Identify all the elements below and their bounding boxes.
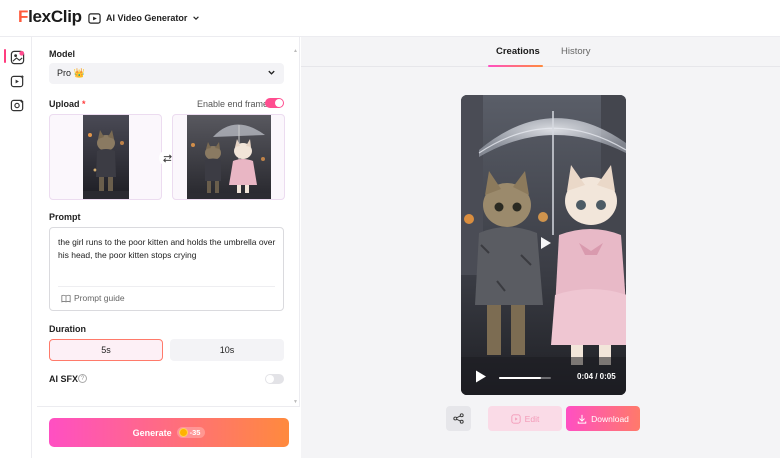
progress-fill (499, 377, 541, 379)
left-rail (0, 37, 32, 458)
main-tabs: Creations History (301, 37, 780, 67)
end-frame-toggle[interactable] (265, 98, 284, 108)
download-button[interactable]: Download (566, 406, 640, 431)
model-select[interactable]: Pro 👑 (49, 63, 284, 84)
toggle-knob (275, 99, 283, 107)
logo-f: F (18, 7, 29, 26)
edit-button[interactable]: Edit (488, 406, 562, 431)
play-button-icon[interactable] (475, 370, 487, 383)
text-to-video-icon[interactable] (9, 73, 25, 89)
share-icon (453, 413, 464, 424)
logo-clip: Clip (50, 7, 82, 26)
video-player[interactable]: 0:04 / 0:05 (461, 95, 626, 395)
duration-option-5s[interactable]: 5s (49, 339, 163, 361)
end-frame-upload[interactable] (172, 114, 285, 200)
generate-footer: Generate -35 (37, 406, 300, 458)
download-label: Download (591, 413, 629, 424)
edit-video-icon (511, 413, 521, 424)
top-bar: FlexClip AI Video Generator (0, 0, 780, 37)
tool-switcher[interactable]: AI Video Generator (88, 10, 200, 26)
book-icon (61, 294, 71, 302)
scroll-up-arrow[interactable]: ▲ (293, 48, 298, 54)
end-frame-label: Enable end frame (197, 99, 269, 109)
share-button[interactable] (446, 406, 471, 431)
active-tab-underline (488, 65, 543, 67)
coin-icon (178, 428, 188, 437)
upload-label: Upload * (49, 99, 86, 109)
prompt-guide-link[interactable]: Prompt guide (61, 293, 125, 303)
model-label: Model (49, 49, 75, 59)
generate-label: Generate (132, 427, 172, 438)
main-area: Creations History 0:04 / 0:05 Edit Downl… (301, 37, 780, 458)
play-icon[interactable] (537, 235, 553, 251)
duration-option-10s[interactable]: 10s (170, 339, 284, 361)
flexclip-logo[interactable]: FlexClip (18, 7, 82, 27)
duration-label: Duration (49, 324, 86, 334)
start-frame-upload[interactable] (49, 114, 162, 200)
toggle-knob (266, 375, 274, 383)
tool-name: AI Video Generator (106, 13, 188, 23)
chevron-down-icon (267, 68, 276, 79)
prompt-divider (58, 286, 275, 287)
prompt-guide-label: Prompt guide (74, 293, 125, 303)
edit-label: Edit (524, 413, 540, 424)
prompt-text[interactable]: the girl runs to the poor kitten and hol… (58, 236, 278, 261)
swap-icon (162, 153, 172, 163)
credit-cost: -35 (189, 428, 201, 437)
prompt-textarea[interactable]: the girl runs to the poor kitten and hol… (49, 227, 284, 311)
video-controls: 0:04 / 0:05 (461, 361, 626, 395)
required-asterisk: * (82, 99, 86, 109)
download-icon (577, 414, 587, 424)
time-readout: 0:04 / 0:05 (577, 372, 616, 381)
info-icon[interactable]: ? (78, 374, 87, 383)
credit-cost-badge: -35 (176, 427, 206, 438)
video-ai-icon (88, 12, 101, 25)
prompt-label: Prompt (49, 212, 81, 222)
tab-creations[interactable]: Creations (496, 46, 540, 57)
scroll-down-arrow[interactable]: ▼ (293, 399, 298, 405)
image-to-video-icon[interactable] (9, 49, 25, 65)
chevron-down-icon (192, 14, 200, 22)
progress-bar[interactable] (499, 377, 551, 379)
video-effects-icon[interactable] (9, 97, 25, 113)
upload-label-text: Upload (49, 99, 80, 109)
rail-active-indicator (4, 49, 6, 63)
tab-history[interactable]: History (561, 46, 591, 57)
model-value: Pro 👑 (57, 68, 85, 78)
end-frame-thumbnail (187, 115, 271, 199)
start-frame-thumbnail (83, 115, 129, 199)
ai-sfx-label: AI SFX (49, 374, 79, 384)
ai-sfx-toggle[interactable] (265, 374, 284, 384)
generate-button[interactable]: Generate -35 (49, 418, 289, 447)
logo-lex: lex (28, 7, 51, 26)
settings-panel: ▲ Model Pro 👑 Upload * Enable end frame (37, 37, 300, 458)
